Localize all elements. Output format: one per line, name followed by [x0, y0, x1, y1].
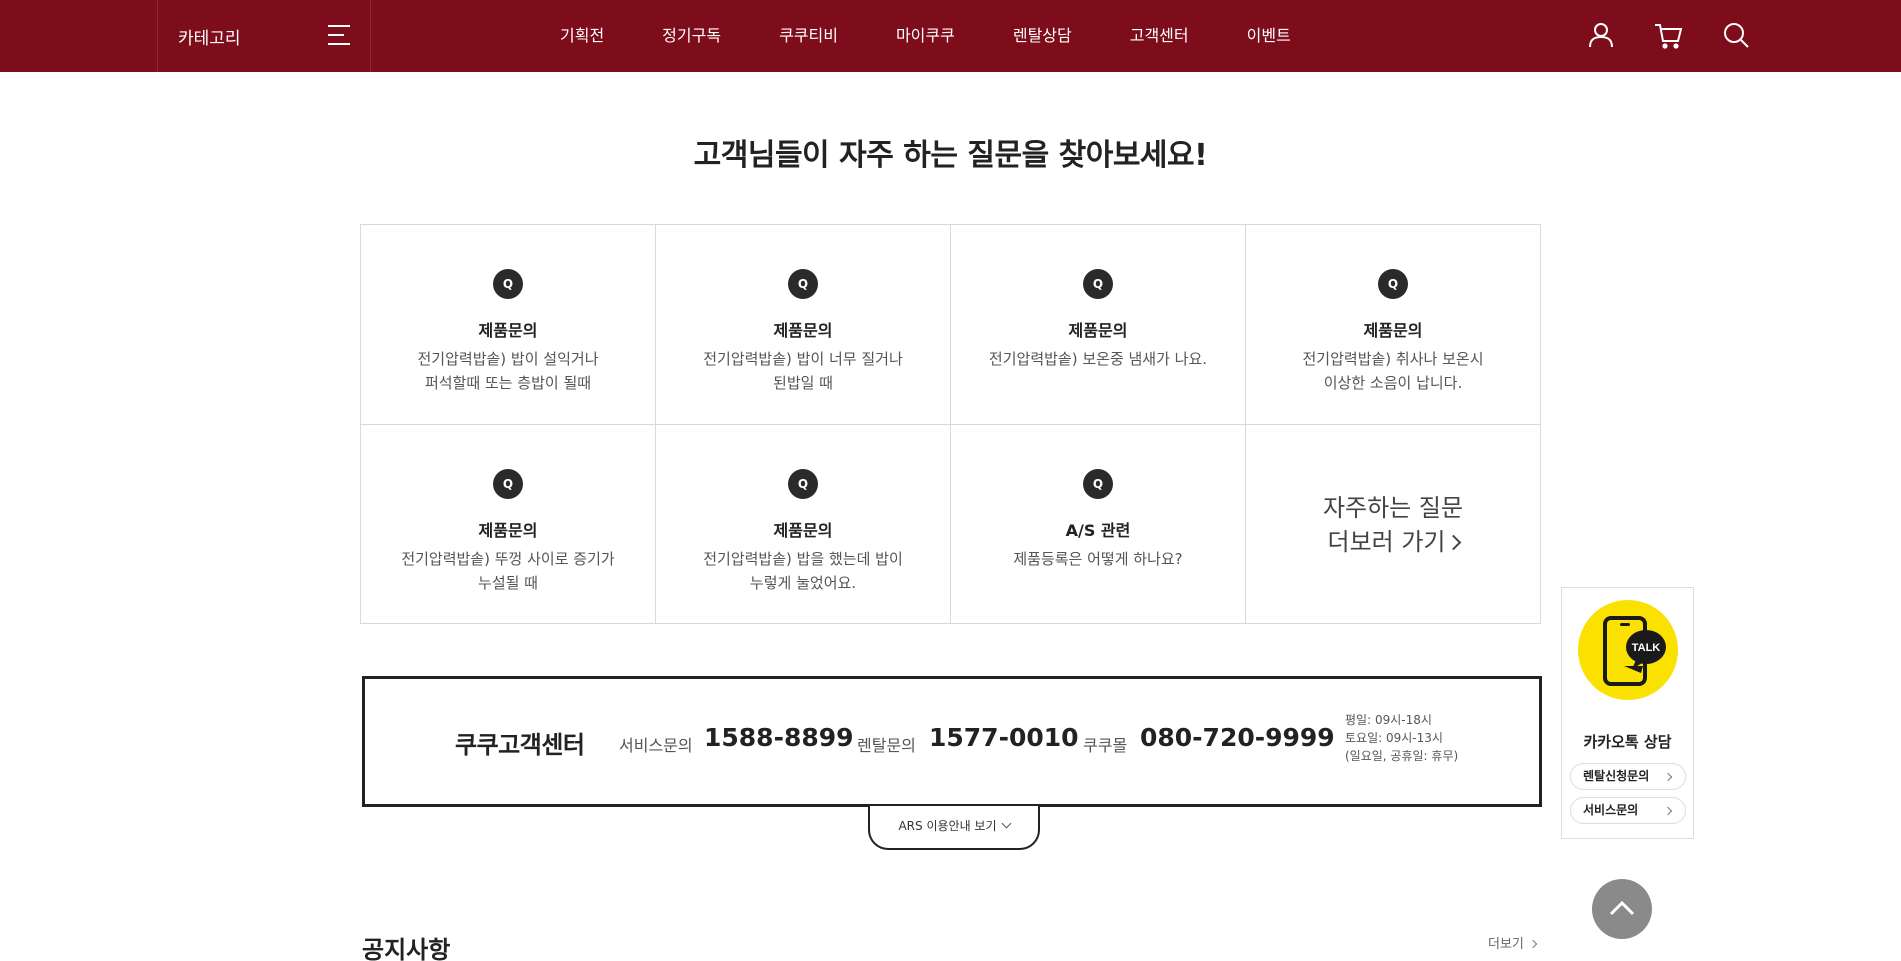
customer-center-name: 쿠쿠고객센터 [455, 731, 585, 759]
hamburger-icon [328, 25, 350, 45]
nav-item-rental[interactable]: 렌탈상담 [1013, 0, 1072, 72]
faq-question: 전기압력밥솥) 뚜껑 사이로 증기가 누설될 때 [401, 550, 615, 592]
chevron-up-icon [1609, 900, 1635, 916]
faq-card[interactable]: Q 제품문의 전기압력밥솥) 취사나 보온시 이상한 소음이 납니다. [1246, 225, 1541, 425]
nav-item-my-cuckoo[interactable]: 마이쿠쿠 [896, 0, 955, 72]
faq-category: 제품문의 [1363, 321, 1423, 340]
notice-title: 공지사항 [362, 936, 451, 961]
faq-card[interactable]: Q 제품문의 전기압력밥솥) 밥이 너무 질거나 된밥일 때 [656, 225, 951, 425]
kakao-talk-icon[interactable]: TALK [1578, 600, 1678, 700]
business-hours: 평일: 09시-18시 토요일: 09시-13시 (일요일, 공휴일: 휴무) [1345, 711, 1458, 765]
faq-card[interactable]: Q 제품문의 전기압력밥솥) 뚜껑 사이로 증기가 누설될 때 [361, 425, 656, 624]
notice-more-link[interactable]: 더보기 [1488, 933, 1538, 952]
nav-item-event[interactable]: 이벤트 [1247, 0, 1291, 72]
faq-title: 고객님들이 자주 하는 질문을 찾아보세요! [693, 138, 1208, 173]
notice-more-label: 더보기 [1488, 937, 1524, 952]
faq-category: A/S 관련 [1065, 521, 1131, 540]
faq-card[interactable]: Q 제품문의 전기압력밥솥) 보온중 냄새가 나요. [951, 225, 1246, 425]
main-nav: 기획전 정기구독 쿠쿠티비 마이쿠쿠 렌탈상담 고객센터 이벤트 [560, 0, 1349, 72]
category-menu-toggle[interactable]: 카테고리 [157, 0, 371, 72]
nav-item-cuckoo-tv[interactable]: 쿠쿠티비 [779, 0, 838, 72]
faq-more-line2: 더보러 가기 [1246, 525, 1540, 559]
service-number[interactable]: 1588-8899 [704, 723, 854, 752]
faq-more-label: 더보러 가기 [1327, 528, 1446, 556]
chevron-right-icon [1445, 534, 1461, 551]
nav-item-subscription[interactable]: 정기구독 [662, 0, 721, 72]
faq-card[interactable]: Q 제품문의 전기압력밥솥) 밥이 설익거나 퍼석할때 또는 층밥이 될때 [361, 225, 656, 425]
faq-card[interactable]: Q A/S 관련 제품등록은 어떻게 하나요? [951, 425, 1246, 624]
q-badge-icon: Q [788, 269, 818, 299]
service-inquiry-label: 서비스문의 [1583, 803, 1639, 817]
faq-question: 전기압력밥솥) 밥이 너무 질거나 된밥일 때 [703, 350, 903, 392]
rental-inquiry-label: 렌탈신청문의 [1583, 769, 1650, 783]
faq-more-link[interactable]: 자주하는 질문 더보러 가기 [1246, 425, 1541, 624]
nav-item-customer-center[interactable]: 고객센터 [1130, 0, 1189, 72]
faq-more-text: 자주하는 질문 더보러 가기 [1246, 491, 1540, 559]
mall-number[interactable]: 080-720-9999 [1140, 723, 1335, 752]
user-icon[interactable] [1586, 20, 1616, 50]
scroll-top-button[interactable] [1592, 879, 1652, 939]
chevron-right-icon [1663, 806, 1673, 816]
search-icon[interactable] [1721, 20, 1751, 50]
faq-question: 전기압력밥솥) 보온중 냄새가 나요. [988, 350, 1208, 368]
q-badge-icon: Q [1083, 469, 1113, 499]
faq-question: 전기압력밥솥) 밥이 설익거나 퍼석할때 또는 층밥이 될때 [417, 350, 599, 392]
category-label: 카테고리 [178, 29, 241, 49]
hours-holiday: (일요일, 공휴일: 휴무) [1345, 749, 1459, 763]
faq-question: 제품등록은 어떻게 하나요? [1013, 550, 1183, 568]
chevron-right-icon [1663, 772, 1673, 782]
faq-category: 제품문의 [773, 521, 833, 540]
chevron-down-icon [1001, 818, 1011, 829]
q-badge-icon: Q [1083, 269, 1113, 299]
service-label: 서비스문의 [619, 736, 693, 755]
kakao-title: 카카오톡 상담 [1583, 733, 1672, 751]
rental-inquiry-button[interactable]: 렌탈신청문의 [1570, 763, 1686, 790]
q-badge-icon: Q [493, 269, 523, 299]
q-badge-icon: Q [788, 469, 818, 499]
faq-category: 제품문의 [478, 521, 538, 540]
rental-number[interactable]: 1577-0010 [929, 723, 1079, 752]
customer-center-box: 쿠쿠고객센터 서비스문의 1588-8899 렌탈문의 1577-0010 쿠쿠… [362, 676, 1542, 807]
service-inquiry-button[interactable]: 서비스문의 [1570, 797, 1686, 824]
faq-category: 제품문의 [1068, 321, 1128, 340]
cart-icon[interactable] [1653, 20, 1683, 50]
ars-guide-label: ARS 이용안내 보기 [898, 819, 997, 833]
faq-category: 제품문의 [773, 321, 833, 340]
q-badge-icon: Q [1378, 269, 1408, 299]
faq-grid: Q 제품문의 전기압력밥솥) 밥이 설익거나 퍼석할때 또는 층밥이 될때 Q … [360, 224, 1541, 624]
hours-saturday: 토요일: 09시-13시 [1345, 731, 1443, 745]
talk-bubble-text: TALK [1632, 642, 1661, 654]
chevron-right-icon [1528, 939, 1538, 949]
hours-weekday: 평일: 09시-18시 [1345, 713, 1432, 727]
faq-question: 전기압력밥솥) 취사나 보온시 이상한 소음이 납니다. [1302, 350, 1484, 392]
faq-question: 전기압력밥솥) 밥을 했는데 밥이 누렇게 눌었어요. [703, 550, 903, 592]
faq-more-line1: 자주하는 질문 [1322, 494, 1464, 522]
nav-item-exhibition[interactable]: 기획전 [560, 0, 604, 72]
faq-category: 제품문의 [478, 321, 538, 340]
q-badge-icon: Q [493, 469, 523, 499]
kakao-consult-panel: TALK 카카오톡 상담 렌탈신청문의 서비스문의 [1561, 587, 1694, 839]
ars-guide-button[interactable]: ARS 이용안내 보기 [868, 806, 1040, 850]
mall-label: 쿠쿠몰 [1083, 736, 1128, 755]
global-header: 카테고리 기획전 정기구독 쿠쿠티비 마이쿠쿠 렌탈상담 고객센터 이벤트 [0, 0, 1901, 72]
rental-label: 렌탈문의 [857, 736, 916, 755]
faq-card[interactable]: Q 제품문의 전기압력밥솥) 밥을 했는데 밥이 누렇게 눌었어요. [656, 425, 951, 624]
